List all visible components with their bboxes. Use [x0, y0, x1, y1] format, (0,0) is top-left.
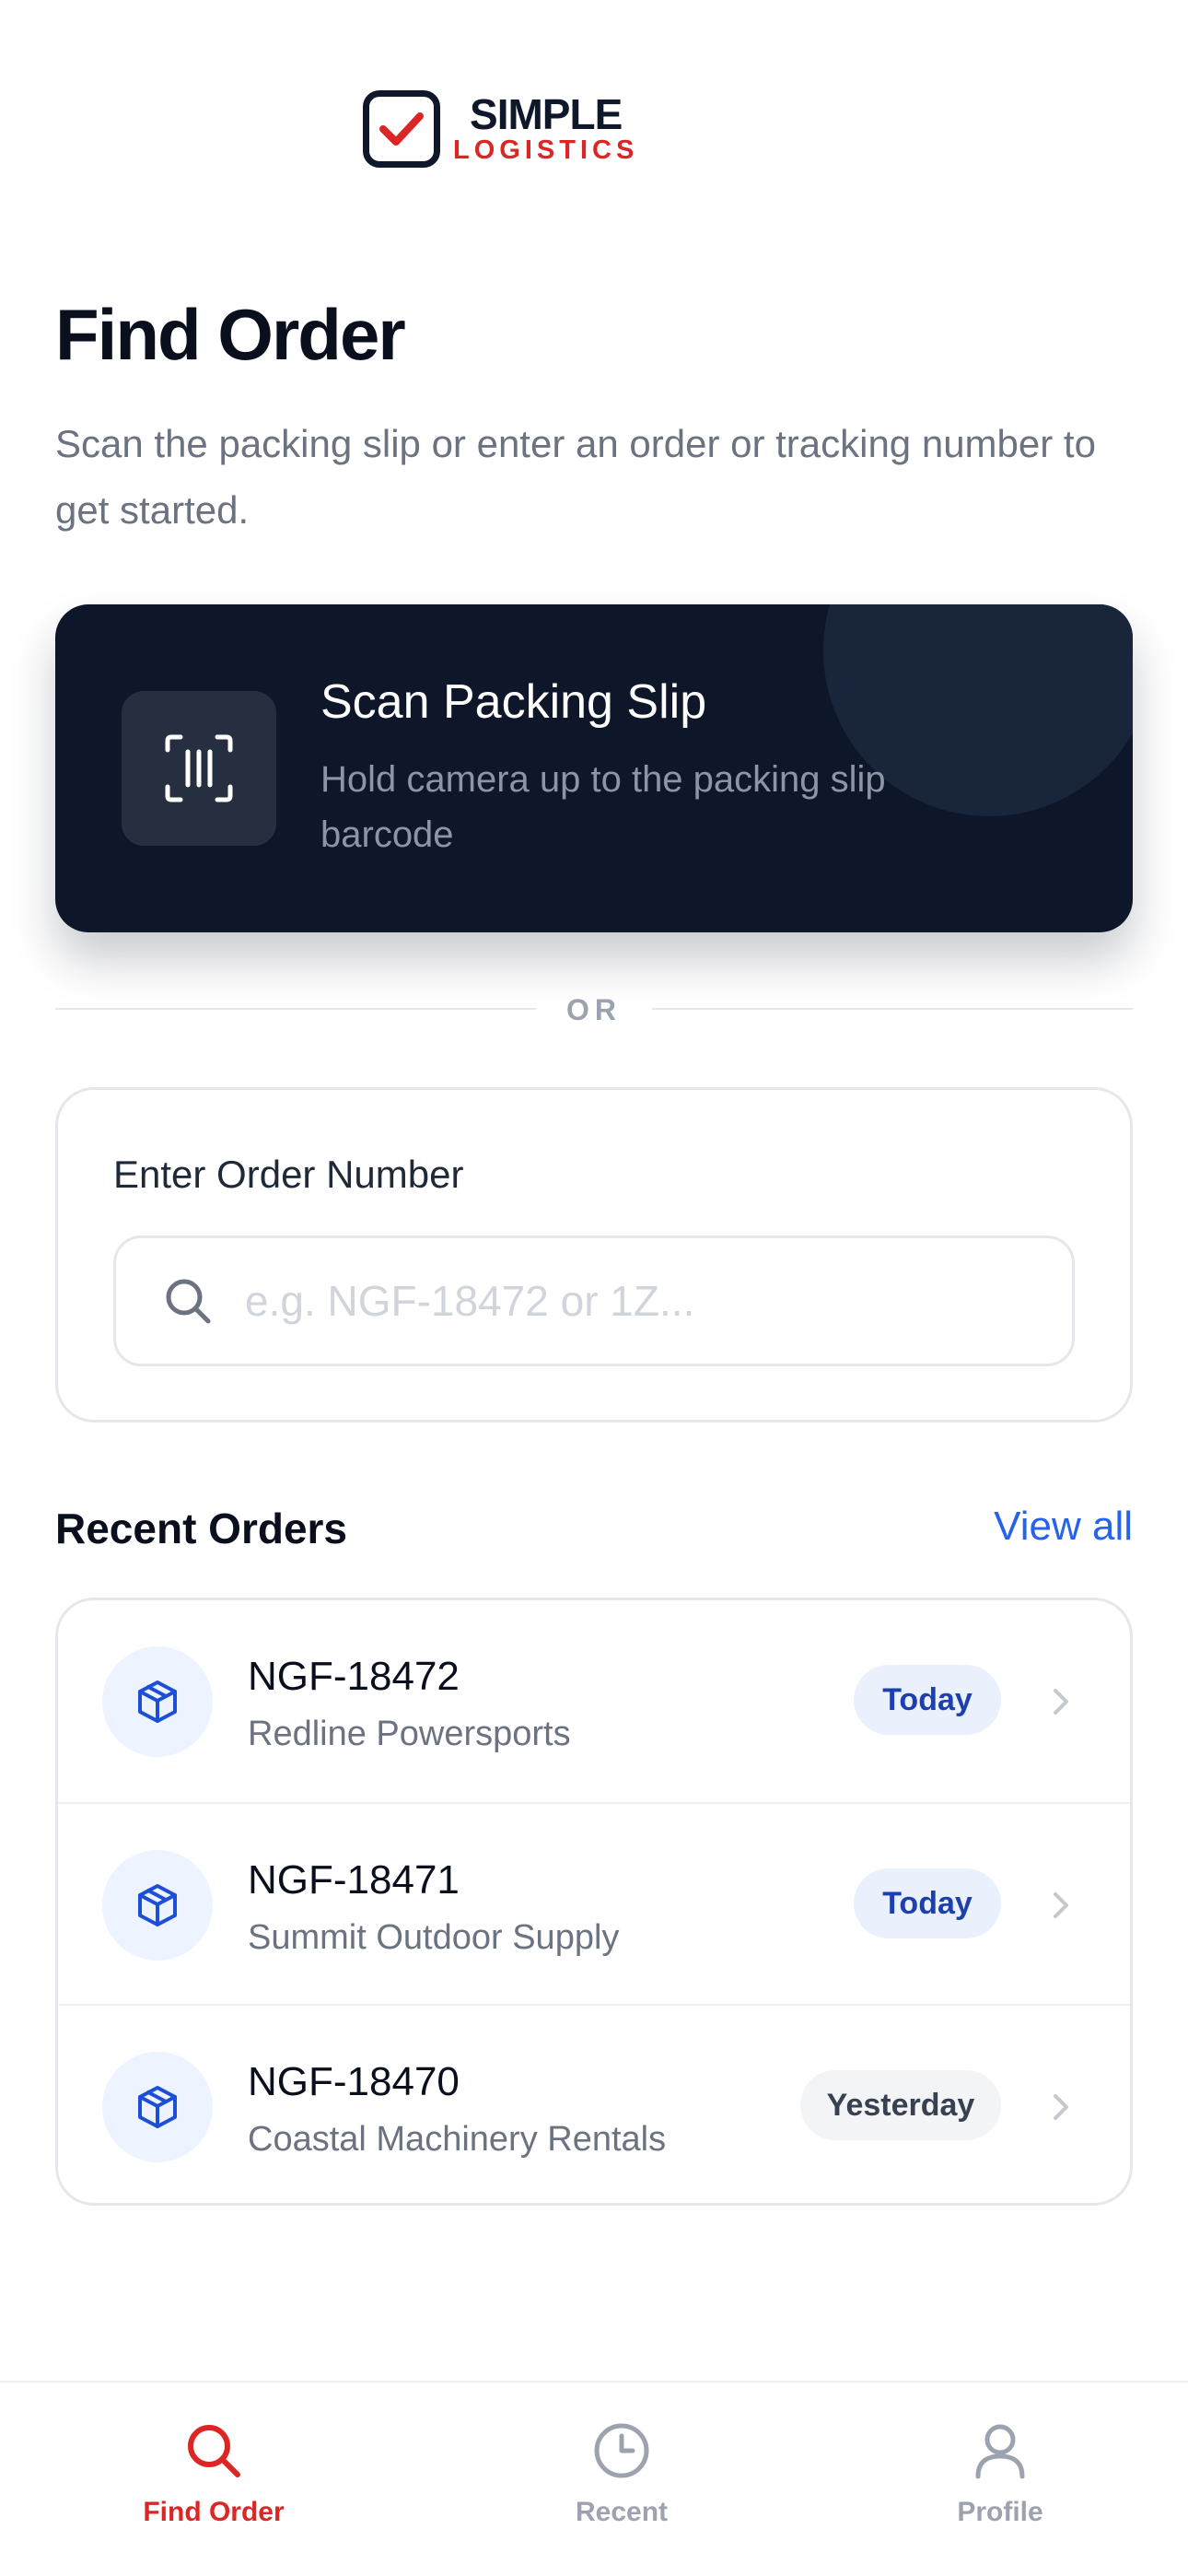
chevron-right-icon: [1054, 1689, 1068, 1715]
date-badge: Today: [854, 1868, 1001, 1938]
barcode-scan-icon: [122, 691, 276, 846]
package-icon: [102, 2052, 213, 2162]
scan-packing-slip-button[interactable]: Scan Packing Slip Hold camera up to the …: [55, 604, 1133, 932]
checkbox-check-icon: [363, 90, 440, 168]
order-row[interactable]: NGF-18471 Summit Outdoor Supply Today: [58, 1802, 1130, 2004]
order-id: NGF-18472: [248, 1654, 460, 1699]
order-number-input[interactable]: [245, 1276, 1037, 1326]
tab-profile[interactable]: Profile: [899, 2421, 1101, 2528]
brand-name-line2: LOGISTICS: [453, 135, 639, 165]
or-label: OR: [566, 993, 622, 1026]
tab-label: Find Order: [143, 2497, 285, 2527]
chevron-right-icon: [1054, 2094, 1068, 2120]
recent-orders-title: Recent Orders: [55, 1505, 348, 1552]
or-divider: OR: [55, 991, 1133, 1028]
brand-logo: SIMPLE LOGISTICS: [363, 90, 638, 168]
recent-orders-list: NGF-18472 Redline Powersports Today NGF-…: [55, 1598, 1133, 2206]
tab-recent[interactable]: Recent: [520, 2421, 723, 2528]
divider-line-right: [652, 1008, 1133, 1010]
order-row[interactable]: NGF-18472 Redline Powersports Today: [58, 1600, 1130, 1802]
tab-label: Recent: [575, 2497, 669, 2527]
user-icon: [975, 2424, 1025, 2479]
order-customer: Redline Powersports: [248, 1715, 571, 1753]
order-customer: Coastal Machinery Rentals: [248, 2120, 667, 2159]
date-badge: Today: [854, 1665, 1001, 1735]
order-row[interactable]: NGF-18470 Coastal Machinery Rentals Yest…: [58, 2004, 1130, 2203]
order-number-card: Enter Order Number: [55, 1087, 1133, 1423]
clock-icon: [594, 2423, 649, 2478]
order-id: NGF-18471: [248, 1857, 460, 1903]
bottom-tab-bar: Find Order Recent Profile: [0, 2381, 1188, 2576]
chevron-right-icon: [1054, 1892, 1068, 1918]
order-number-label: Enter Order Number: [113, 1153, 464, 1196]
view-all-link[interactable]: View all: [994, 1504, 1133, 1550]
package-icon: [102, 1646, 213, 1757]
divider-line-left: [55, 1008, 536, 1010]
search-icon: [166, 1279, 211, 1324]
tab-find-order[interactable]: Find Order: [112, 2421, 315, 2528]
scan-description: Hold camera up to the packing slip barco…: [320, 759, 886, 855]
tab-label: Profile: [957, 2497, 1043, 2527]
page-title: Find Order: [55, 294, 406, 375]
date-badge: Yesterday: [800, 2070, 1001, 2140]
package-icon: [102, 1850, 213, 1961]
brand-name-line1: SIMPLE: [470, 90, 623, 138]
order-id: NGF-18470: [248, 2059, 460, 2104]
order-customer: Summit Outdoor Supply: [248, 1918, 620, 1957]
app-header: SIMPLE LOGISTICS: [0, 0, 1188, 221]
order-number-field[interactable]: [113, 1235, 1075, 1366]
page-subtitle: Scan the packing slip or enter an order …: [55, 422, 1096, 532]
search-icon: [188, 2425, 240, 2477]
scan-title: Scan Packing Slip: [320, 675, 707, 729]
